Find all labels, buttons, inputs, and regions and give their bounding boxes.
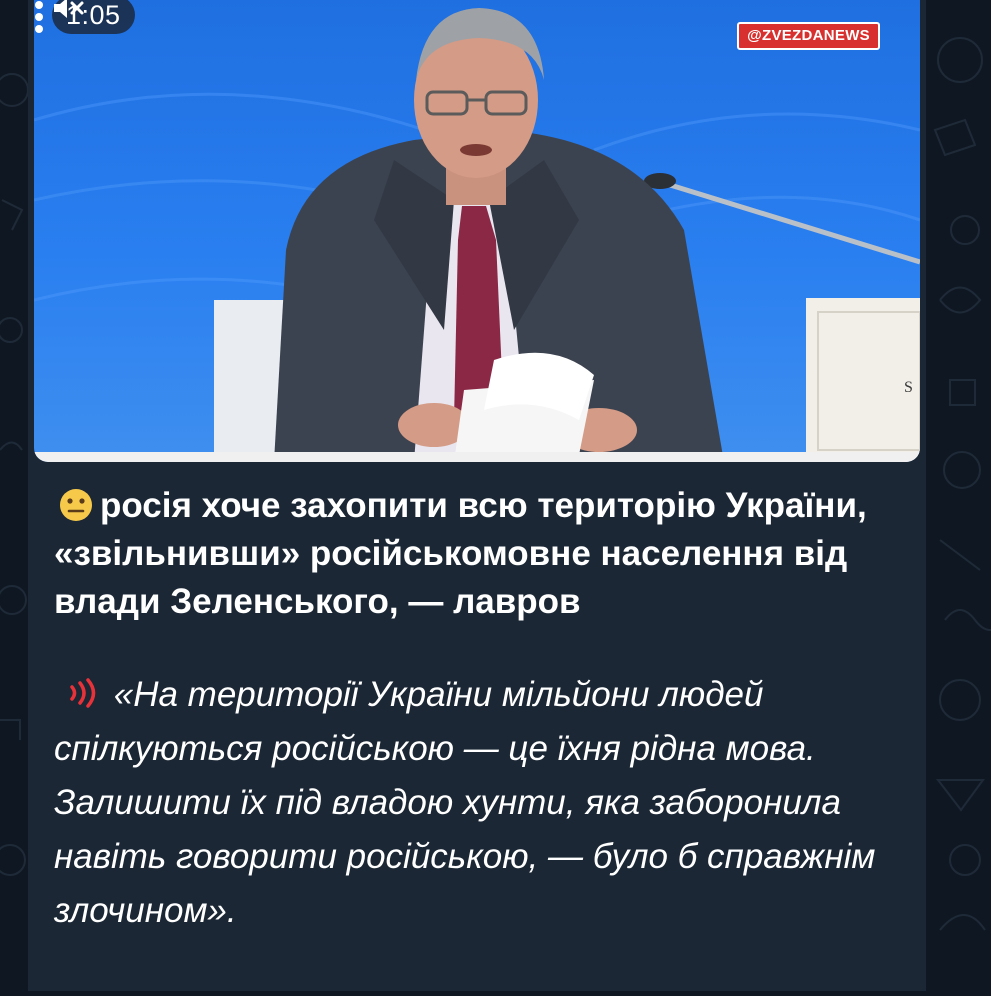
message-headline: росія хоче захопити всю територію Україн… bbox=[54, 482, 904, 626]
video-status-pill[interactable]: 1:05 bbox=[52, 0, 135, 34]
video-player[interactable]: S 1:05 @ZVEZDANEWS bbox=[34, 0, 920, 462]
svg-text:S: S bbox=[904, 379, 913, 396]
headline-text: росія хоче захопити всю територію Україн… bbox=[54, 486, 867, 621]
sound-waves-icon bbox=[70, 678, 96, 708]
quote-text: «На території України мільйони людей спі… bbox=[54, 675, 876, 930]
message-bubble: S 1:05 @ZVEZDANEWS росія хоче захопити в… bbox=[28, 0, 926, 991]
message-quote: «На території України мільйони людей спі… bbox=[54, 668, 904, 938]
speaker-muted-icon[interactable] bbox=[52, 0, 86, 20]
message-text: росія хоче захопити всю територію Україн… bbox=[54, 482, 904, 973]
video-frame-speaker: S bbox=[34, 8, 920, 462]
channel-watermark: @ZVEZDANEWS bbox=[737, 22, 880, 50]
neutral-face-emoji bbox=[60, 489, 92, 521]
vertical-dots-icon[interactable] bbox=[34, 0, 44, 34]
